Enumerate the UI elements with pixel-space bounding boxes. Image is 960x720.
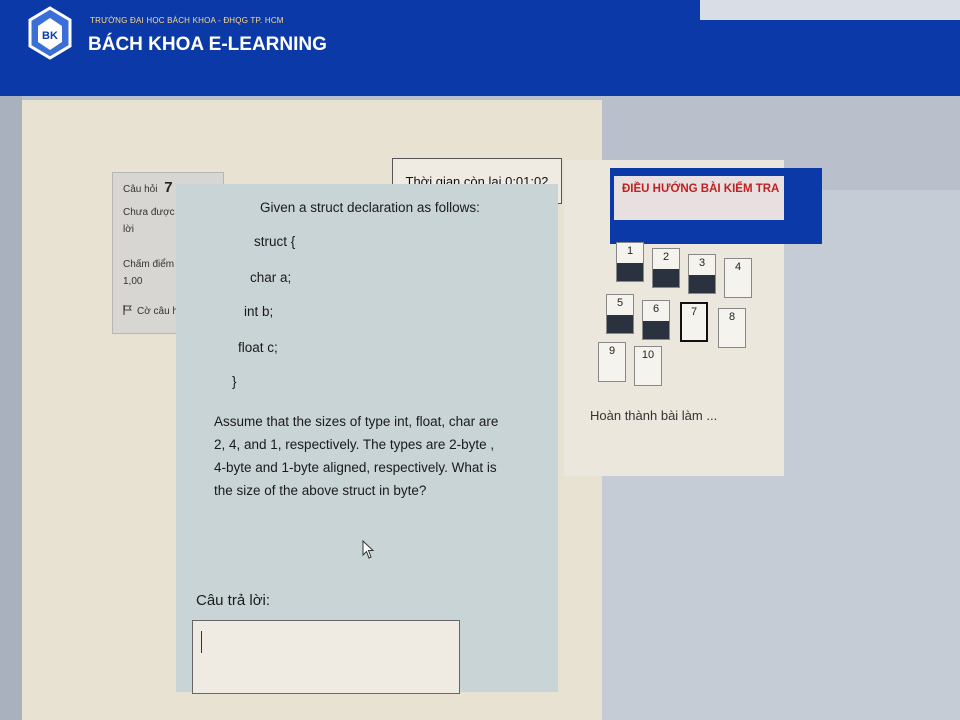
bk-logo-icon[interactable]: BK	[26, 6, 74, 60]
header-edge	[700, 0, 960, 20]
site-title[interactable]: BÁCH KHOA E-LEARNING	[88, 34, 327, 56]
quiz-navigation-title: ĐIỀU HƯỚNG BÀI KIỂM TRA	[614, 176, 784, 220]
nav-question-4[interactable]: 4	[724, 258, 752, 298]
answered-indicator	[607, 315, 633, 333]
nav-question-7-current[interactable]: 7	[680, 302, 708, 342]
nav-question-3[interactable]: 3	[688, 254, 716, 294]
nav-question-6[interactable]: 6	[642, 300, 670, 340]
answered-indicator	[653, 269, 679, 287]
nav-question-2[interactable]: 2	[652, 248, 680, 288]
mouse-pointer-icon	[362, 540, 375, 559]
nav-question-9[interactable]: 9	[598, 342, 626, 382]
nav-question-8[interactable]: 8	[718, 308, 746, 348]
left-margin	[0, 96, 22, 720]
university-name: TRƯỜNG ĐẠI HỌC BÁCH KHOA - ĐHQG TP. HCM	[90, 16, 284, 25]
flag-icon	[123, 305, 132, 315]
answered-indicator	[643, 321, 669, 339]
code-line: struct {	[254, 234, 296, 249]
answer-input[interactable]	[192, 620, 460, 694]
nav-question-10[interactable]: 10	[634, 346, 662, 386]
finish-attempt-link[interactable]: Hoàn thành bài làm ...	[590, 408, 717, 423]
question-number: 7	[164, 179, 173, 196]
code-line: }	[232, 374, 237, 389]
question-paragraph: Assume that the sizes of type int, float…	[214, 414, 499, 498]
nav-question-5[interactable]: 5	[606, 294, 634, 334]
logo-text: BK	[42, 30, 58, 42]
nav-question-1[interactable]: 1	[616, 242, 644, 282]
code-line: char a;	[250, 270, 292, 285]
code-line: float c;	[238, 340, 278, 355]
question-intro: Given a struct declaration as follows:	[260, 200, 480, 215]
answer-label: Câu trả lời:	[196, 592, 271, 609]
text-caret	[201, 631, 202, 653]
code-line: int b;	[244, 304, 274, 319]
answered-indicator	[689, 275, 715, 293]
answered-indicator	[617, 263, 643, 281]
question-label: Câu hỏi	[123, 184, 158, 195]
